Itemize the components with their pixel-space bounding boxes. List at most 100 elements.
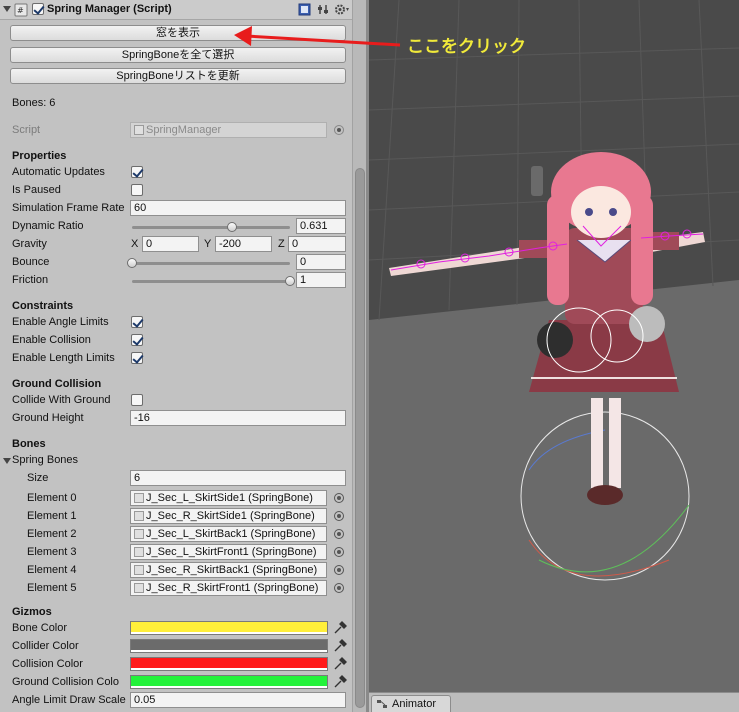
eyedropper-icon[interactable] (333, 639, 347, 653)
bones-count-label: Bones: 6 (12, 97, 56, 109)
object-picker-icon[interactable] (334, 511, 344, 521)
gravity-label: Gravity (12, 238, 47, 250)
spring-bones-label[interactable]: Spring Bones (12, 454, 78, 466)
collider-color-label: Collider Color (12, 640, 79, 652)
spring-bone-element-label: Element 2 (27, 528, 77, 540)
spring-bone-element-value: J_Sec_R_SkirtSide1 (SpringBone) (146, 510, 315, 522)
component-header[interactable]: # Spring Manager (Script) (0, 0, 352, 20)
script-field-value: SpringManager (146, 124, 222, 136)
friction-slider-thumb[interactable] (285, 276, 295, 286)
collision-color-swatch[interactable] (130, 657, 328, 671)
dynamic-ratio-slider-track[interactable] (132, 226, 290, 229)
friction-label: Friction (12, 274, 49, 286)
spring-bone-element-field[interactable]: J_Sec_R_SkirtSide1 (SpringBone) (130, 508, 327, 524)
ground-height-field[interactable]: -16 (130, 410, 346, 426)
friction-field[interactable]: 1 (296, 272, 346, 288)
select-all-springbones-button[interactable]: SpringBoneを全て選択 (10, 47, 346, 63)
script-file-icon (134, 565, 144, 575)
preset-icon[interactable] (317, 3, 330, 16)
bounce-label: Bounce (12, 256, 50, 268)
bounce-slider-thumb[interactable] (127, 258, 137, 268)
spring-bones-foldout-icon[interactable] (3, 458, 11, 464)
object-picker-icon[interactable] (334, 565, 344, 575)
is-paused-checkbox[interactable] (131, 184, 143, 196)
spring-bone-element-label: Element 0 (27, 492, 77, 504)
dynamic-ratio-label: Dynamic Ratio (12, 220, 84, 232)
spring-bone-element-label: Element 3 (27, 546, 77, 558)
script-file-icon (134, 125, 144, 135)
component-title: Spring Manager (Script) (47, 3, 172, 15)
animator-tab-label: Animator (392, 698, 437, 710)
bounce-field[interactable]: 0 (296, 254, 346, 270)
gravity-x-field[interactable]: 0 (142, 236, 199, 252)
automatic-updates-label: Automatic Updates (12, 166, 105, 178)
enable-angle-limits-label: Enable Angle Limits (12, 316, 109, 328)
scene-view[interactable] (369, 0, 739, 712)
object-picker-icon[interactable] (334, 583, 344, 593)
spring-bone-element-value: J_Sec_R_SkirtBack1 (SpringBone) (146, 564, 318, 576)
spring-bone-element-field[interactable]: J_Sec_L_SkirtSide1 (SpringBone) (130, 490, 327, 506)
friction-slider-track[interactable] (132, 280, 290, 283)
bone-color-swatch[interactable] (130, 621, 328, 635)
object-picker-icon[interactable] (334, 547, 344, 557)
collide-with-ground-checkbox[interactable] (131, 394, 143, 406)
eyedropper-icon[interactable] (333, 621, 347, 635)
gear-icon[interactable] (334, 3, 350, 16)
spring-bone-element-value: J_Sec_L_SkirtBack1 (SpringBone) (146, 528, 316, 540)
refresh-springbone-list-button[interactable]: SpringBoneリストを更新 (10, 68, 346, 84)
spring-bone-element-value: J_Sec_L_SkirtSide1 (SpringBone) (146, 492, 313, 504)
is-paused-label: Is Paused (12, 184, 61, 196)
gravity-x-axis-label: X (131, 238, 139, 250)
spring-bone-element-label: Element 4 (27, 564, 77, 576)
book-icon[interactable] (298, 3, 311, 16)
object-picker-icon[interactable] (334, 529, 344, 539)
enable-angle-limits-checkbox[interactable] (131, 316, 143, 328)
animator-icon (377, 700, 387, 708)
spring-bone-element-value: J_Sec_R_SkirtFront1 (SpringBone) (146, 582, 319, 594)
automatic-updates-checkbox[interactable] (131, 166, 143, 178)
spring-bone-element-field[interactable]: J_Sec_R_SkirtFront1 (SpringBone) (130, 580, 327, 596)
foldout-arrow-icon[interactable] (3, 6, 11, 12)
component-enabled-checkbox[interactable] (32, 3, 44, 15)
bounce-slider-track[interactable] (132, 262, 290, 265)
script-file-icon (134, 529, 144, 539)
object-picker-icon[interactable] (334, 493, 344, 503)
inspector-scrollbar[interactable] (352, 0, 366, 712)
enable-length-limits-checkbox[interactable] (131, 352, 143, 364)
svg-text:#: # (17, 6, 24, 15)
ground-collision-color-label: Ground Collision Colo (12, 676, 119, 688)
collide-with-ground-label: Collide With Ground (12, 394, 111, 406)
script-file-icon (134, 583, 144, 593)
show-window-button[interactable]: 窓を表示 (10, 25, 346, 41)
spring-bone-element-value: J_Sec_L_SkirtFront1 (SpringBone) (146, 546, 317, 558)
dynamic-ratio-field[interactable]: 0.631 (296, 218, 346, 234)
gravity-z-field[interactable]: 0 (288, 236, 346, 252)
spring-bones-size-field[interactable]: 6 (130, 470, 346, 486)
gravity-z-axis-label: Z (278, 238, 285, 250)
collider-color-swatch[interactable] (130, 639, 328, 653)
collision-color-label: Collision Color (12, 658, 83, 670)
spring-bone-element-field[interactable]: J_Sec_R_SkirtBack1 (SpringBone) (130, 562, 327, 578)
enable-collision-checkbox[interactable] (131, 334, 143, 346)
bones-heading: Bones (12, 438, 46, 450)
spring-bone-element-field[interactable]: J_Sec_L_SkirtFront1 (SpringBone) (130, 544, 327, 560)
script-file-icon (134, 493, 144, 503)
gravity-y-field[interactable]: -200 (215, 236, 272, 252)
eyedropper-icon[interactable] (333, 657, 347, 671)
angle-limit-draw-scale-field[interactable]: 0.05 (130, 692, 346, 708)
script-file-icon (134, 511, 144, 521)
simulation-frame-rate-field[interactable]: 60 (130, 200, 346, 216)
enable-length-limits-label: Enable Length Limits (12, 352, 115, 364)
eyedropper-icon[interactable] (333, 675, 347, 689)
enable-collision-label: Enable Collision (12, 334, 91, 346)
spring-bones-size-label: Size (27, 472, 49, 484)
angle-limit-draw-scale-label: Angle Limit Draw Scale (12, 694, 126, 706)
inspector-scrollbar-thumb[interactable] (355, 168, 365, 708)
script-label: Script (12, 124, 41, 136)
spring-bone-element-field[interactable]: J_Sec_L_SkirtBack1 (SpringBone) (130, 526, 327, 542)
ground-collision-color-swatch[interactable] (130, 675, 328, 689)
dynamic-ratio-slider-thumb[interactable] (226, 222, 237, 232)
annotation-text: ここをクリック (407, 37, 526, 57)
script-icon: # (14, 3, 28, 17)
tab-animator[interactable]: Animator (371, 695, 451, 712)
